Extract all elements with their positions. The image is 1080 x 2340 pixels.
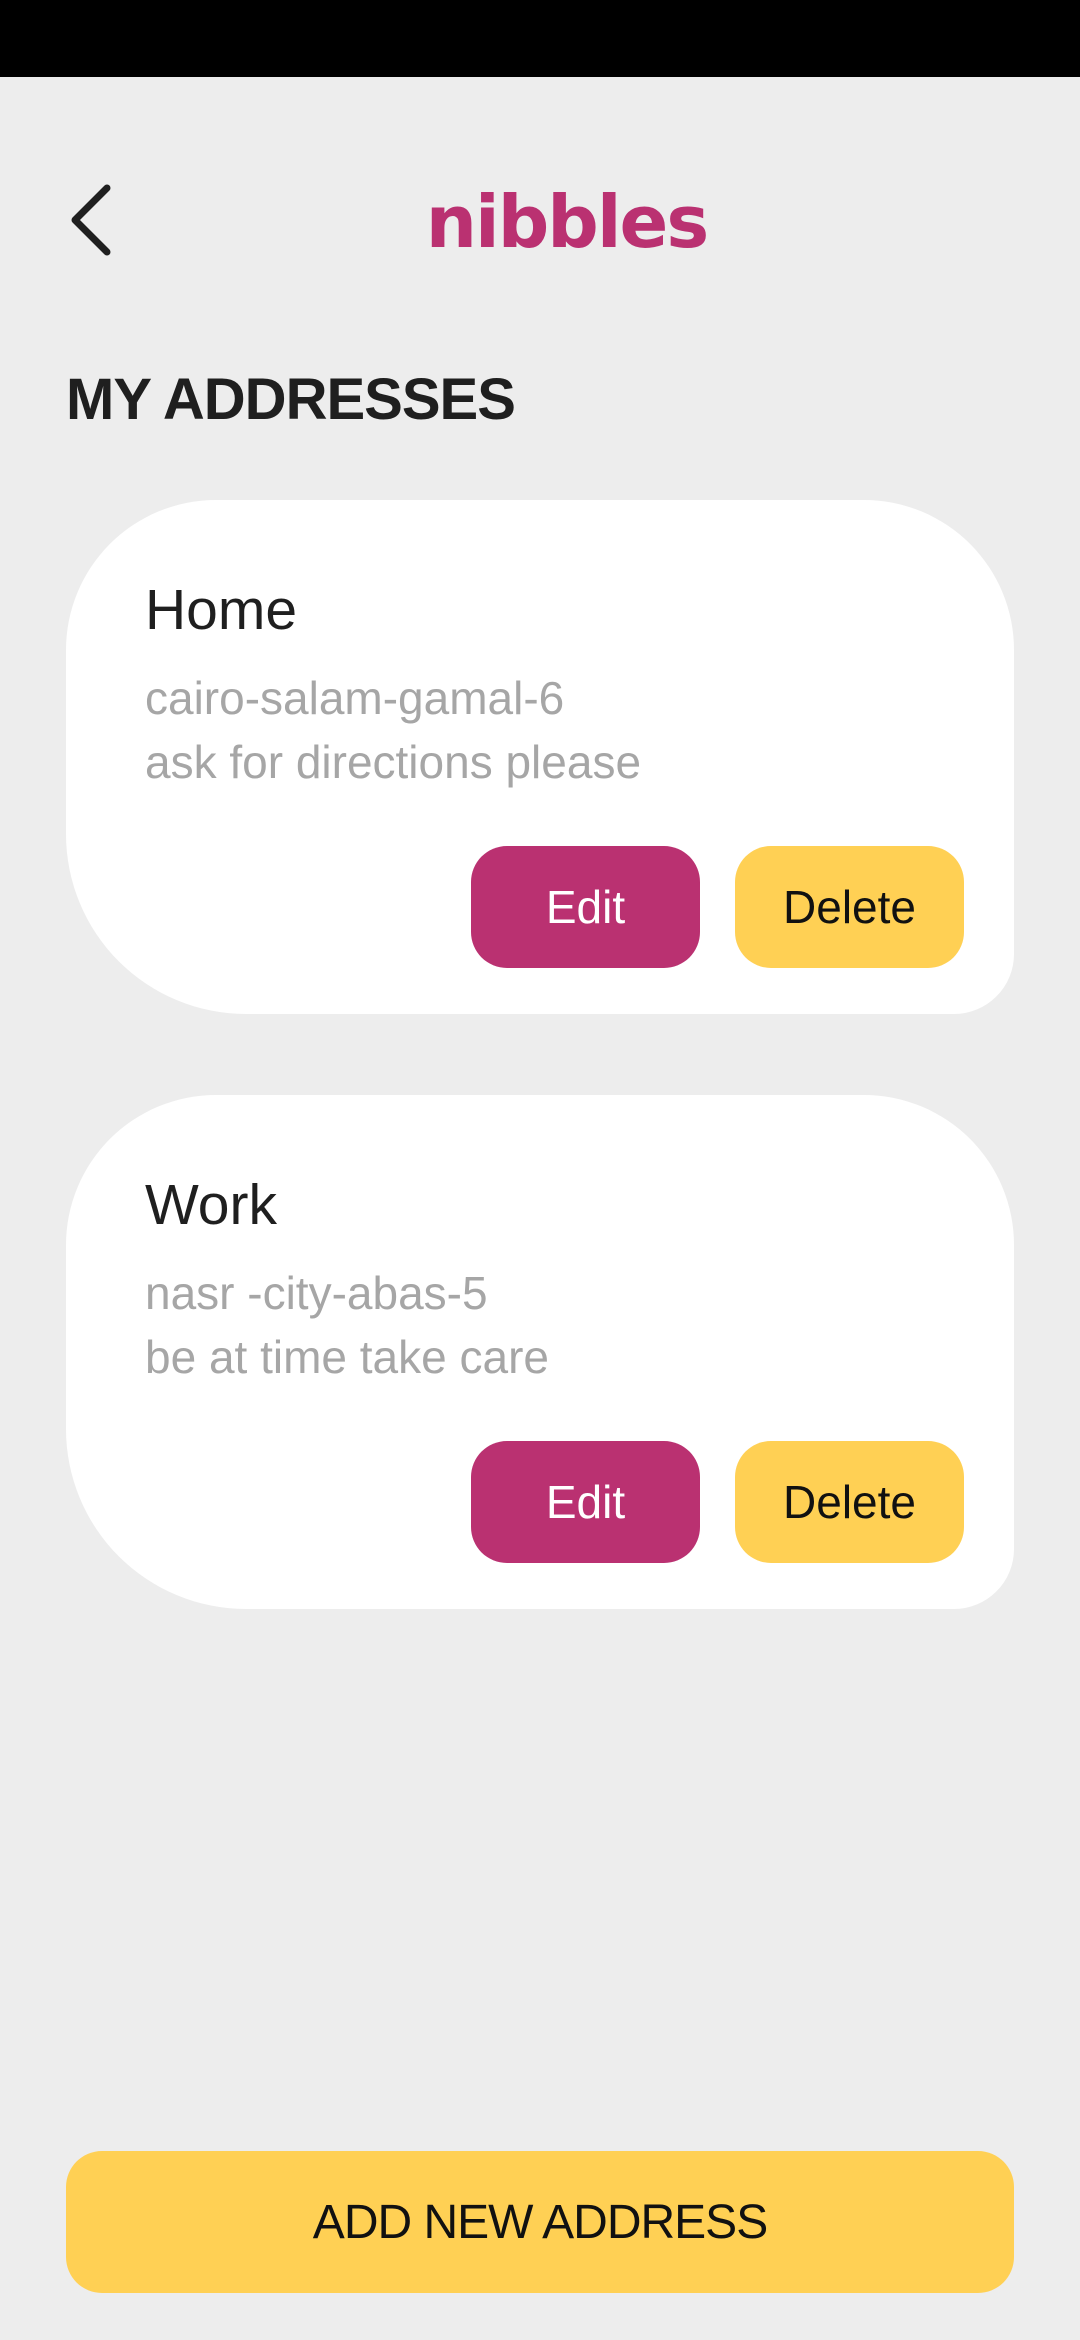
- address-line-2: be at time take care: [145, 1331, 549, 1383]
- page-title: MY ADDRESSES: [66, 367, 516, 432]
- address-card-work: Work nasr -city-abas-5 be at time take c…: [66, 1095, 1014, 1609]
- address-line-1: cairo-salam-gamal-6: [145, 672, 565, 724]
- brand-logo-wrapper: nibbles: [0, 172, 1080, 272]
- edit-button[interactable]: Edit: [471, 846, 700, 968]
- add-new-address-button[interactable]: ADD NEW ADDRESS: [66, 2151, 1014, 2293]
- status-bar: [0, 0, 1080, 77]
- address-line-1: nasr -city-abas-5: [145, 1267, 488, 1319]
- address-line-2: ask for directions please: [145, 736, 642, 788]
- address-label: Work: [145, 1173, 277, 1237]
- address-label: Home: [145, 578, 298, 642]
- address-card-home: Home cairo-salam-gamal-6 ask for directi…: [66, 500, 1014, 1014]
- brand-logo: nibbles: [425, 180, 709, 264]
- delete-button[interactable]: Delete: [735, 1441, 964, 1563]
- delete-button[interactable]: Delete: [735, 846, 964, 968]
- edit-button[interactable]: Edit: [471, 1441, 700, 1563]
